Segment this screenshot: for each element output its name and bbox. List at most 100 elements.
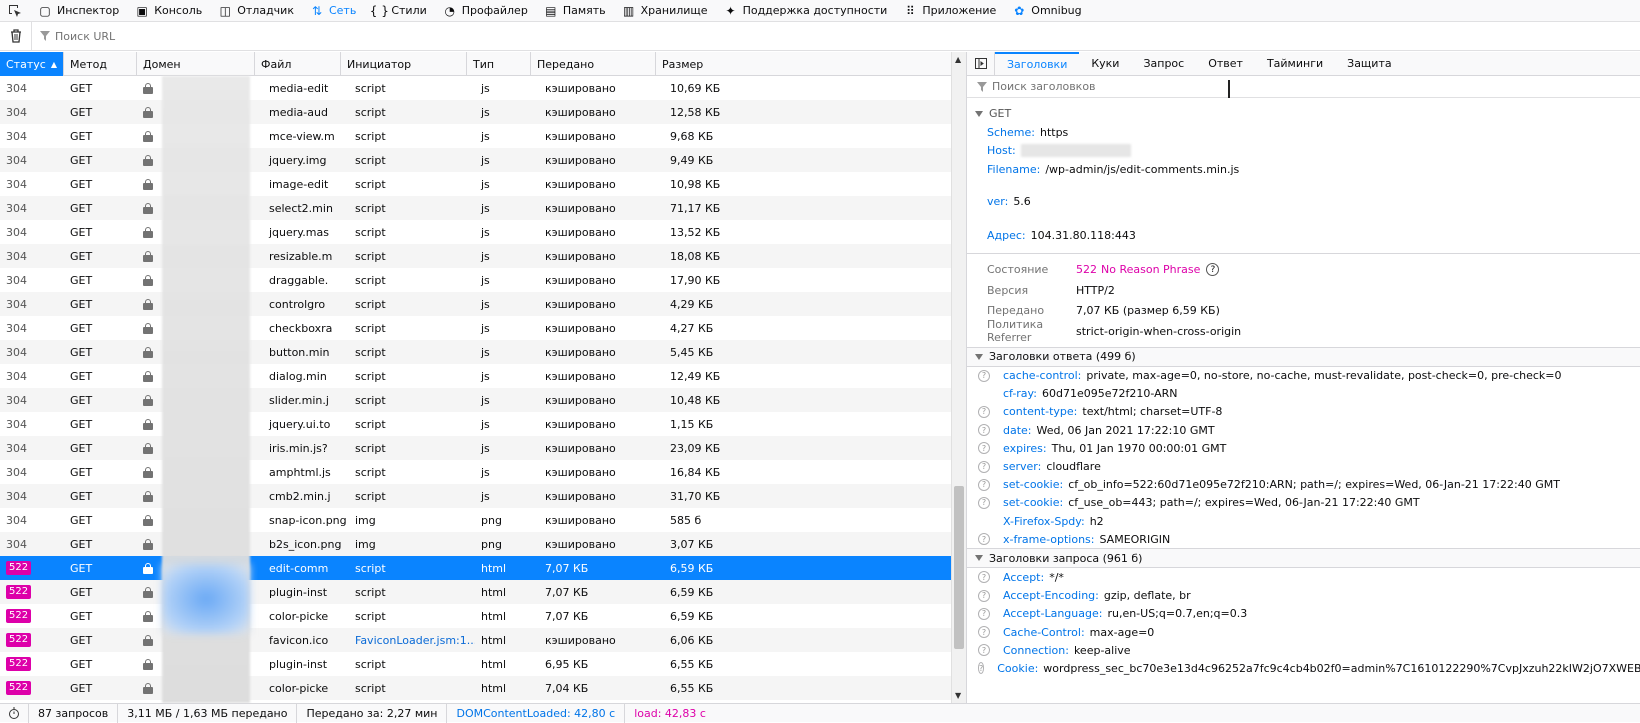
details-tab[interactable]: Заголовки bbox=[995, 52, 1080, 76]
header-help-icon[interactable]: ? bbox=[978, 442, 990, 455]
tool-tab-profiler[interactable]: ◔ Профайлер bbox=[435, 0, 536, 22]
status-cell: 304 bbox=[0, 532, 64, 556]
tool-tab-omnibug[interactable]: ✿ Omnibug bbox=[1004, 0, 1089, 22]
table-row[interactable]: 304 GET dialog.min script js кэшировано 12,49 … bbox=[0, 364, 952, 388]
timer-icon[interactable] bbox=[0, 703, 29, 723]
file-name: media-aud bbox=[269, 105, 328, 119]
header-help-icon[interactable]: ? bbox=[978, 662, 985, 675]
response-headers-section-toggle[interactable]: Заголовки ответа (499 б) bbox=[967, 346, 1640, 367]
lock-icon bbox=[143, 682, 153, 694]
details-tab[interactable]: Куки bbox=[1079, 52, 1131, 76]
table-row[interactable]: 304 GET resizable.m script js кэшировано 18,08… bbox=[0, 244, 952, 268]
type-cell: png bbox=[481, 513, 502, 527]
table-row[interactable]: 522 GET color-picke script html 7,07 КБ 6,59 К… bbox=[0, 604, 952, 628]
header-help-icon[interactable]: ? bbox=[978, 369, 990, 382]
table-row[interactable]: 304 GET b2s_icon.png img png кэшировано 3,07 К… bbox=[0, 532, 952, 556]
headers-filter-input[interactable]: Поиск заголовков bbox=[967, 76, 1640, 98]
table-row[interactable]: 304 GET iris.min.js? script js кэшировано 23,0… bbox=[0, 436, 952, 460]
table-row[interactable]: 304 GET slider.min.j script js кэшировано 10,4… bbox=[0, 388, 952, 412]
details-tab[interactable]: Ответ bbox=[1196, 52, 1255, 76]
type-cell: html bbox=[481, 585, 507, 599]
tool-tab-application[interactable]: ⠿ Приложение bbox=[895, 0, 1004, 22]
tool-tab-inspector[interactable]: ▢ Инспектор bbox=[30, 0, 127, 22]
request-headers-section-toggle[interactable]: Заголовки запроса (961 б) bbox=[967, 548, 1640, 569]
table-row[interactable]: 304 GET jquery.ui.to script js кэшировано 1,15… bbox=[0, 412, 952, 436]
table-row[interactable]: 304 GET mce-view.m script js кэшировано 9,68 К… bbox=[0, 124, 952, 148]
tool-tab-style-editor[interactable]: { } Стили bbox=[364, 0, 434, 22]
column-file[interactable]: Файл bbox=[255, 52, 341, 76]
table-row[interactable]: 522 GET color-picke script html 7,04 КБ 6,55 К… bbox=[0, 676, 952, 700]
help-icon[interactable]: ? bbox=[1206, 263, 1220, 277]
table-row[interactable]: 304 GET snap-icon.png img png кэшировано 585 б bbox=[0, 508, 952, 532]
column-transferred[interactable]: Передано bbox=[531, 52, 656, 76]
column-status[interactable]: Статус ▲ bbox=[0, 52, 64, 76]
clear-trash-icon[interactable] bbox=[0, 21, 32, 51]
details-tab[interactable]: Тайминги bbox=[1255, 52, 1335, 76]
header-help-icon[interactable]: ? bbox=[978, 478, 990, 491]
header-help-icon[interactable]: ? bbox=[978, 424, 990, 437]
table-row[interactable]: 522 GET plugin-inst script html 6,95 КБ 6,55 К… bbox=[0, 652, 952, 676]
lock-icon bbox=[143, 130, 153, 142]
tool-tab-memory[interactable]: ▤ Память bbox=[536, 0, 614, 22]
size-cell: 6,06 КБ bbox=[670, 633, 714, 647]
method-section-toggle[interactable]: GET bbox=[975, 104, 1640, 123]
type-cell: png bbox=[481, 537, 502, 551]
column-type[interactable]: Тип bbox=[467, 52, 531, 76]
type-cell: js bbox=[481, 297, 490, 311]
table-row[interactable]: 304 GET media-aud script js кэшировано 12,58 К… bbox=[0, 100, 952, 124]
header-help-icon[interactable]: ? bbox=[978, 533, 990, 546]
header-help-icon[interactable]: ? bbox=[978, 460, 990, 473]
header-help-icon[interactable]: ? bbox=[978, 571, 990, 584]
header-help-icon[interactable]: ? bbox=[978, 626, 990, 639]
transferred-cell: 7,04 КБ bbox=[545, 681, 589, 695]
address-key: Адрес: bbox=[987, 228, 1026, 242]
ver-value: 5.6 bbox=[1013, 195, 1031, 209]
table-row[interactable]: 304 GET cmb2.min.j script js кэшировано 31,70 … bbox=[0, 484, 952, 508]
table-row[interactable]: 304 GET jquery.img script js кэшировано 9,49 К… bbox=[0, 148, 952, 172]
header-name: date: bbox=[1003, 423, 1032, 437]
table-row[interactable]: 522 GET plugin-inst script html 7,07 КБ 6,59 К… bbox=[0, 580, 952, 604]
table-row[interactable]: 304 GET media-edit script js кэшировано 10,69 … bbox=[0, 76, 952, 100]
status-code: 304 bbox=[6, 177, 27, 191]
column-size[interactable]: Размер bbox=[656, 52, 937, 76]
initiator-cell[interactable]: FaviconLoader.jsm:1... bbox=[349, 628, 475, 652]
header-help-icon[interactable]: ? bbox=[978, 644, 990, 657]
header-help-icon[interactable]: ? bbox=[978, 405, 990, 418]
column-initiator[interactable]: Инициатор bbox=[341, 52, 467, 76]
table-row[interactable]: 522 GET favicon.ico FaviconLoader.jsm:1... h… bbox=[0, 628, 952, 652]
table-row[interactable]: 304 GET amphtml.js script js кэшировано 16,84 … bbox=[0, 460, 952, 484]
table-row[interactable]: 304 GET button.min script js кэшировано 5,45 К… bbox=[0, 340, 952, 364]
element-picker-icon[interactable] bbox=[0, 0, 30, 22]
url-filter-input[interactable]: Поиск URL bbox=[32, 30, 115, 43]
request-list-scrollbar[interactable]: ▲ ▼ bbox=[951, 52, 966, 703]
status-code: 304 bbox=[6, 441, 27, 455]
details-tab[interactable]: Запрос bbox=[1131, 52, 1196, 76]
tool-tab-network[interactable]: ⇅ Сеть bbox=[302, 0, 364, 22]
toggle-sidebar-icon[interactable] bbox=[967, 52, 995, 76]
scroll-down-icon[interactable]: ▼ bbox=[955, 691, 961, 700]
header-help-icon[interactable]: ? bbox=[978, 589, 990, 602]
details-tab[interactable]: Защита bbox=[1335, 52, 1403, 76]
table-row[interactable]: 304 GET checkboxra script js кэшировано 4,27 К… bbox=[0, 316, 952, 340]
transferred-cell: кэшировано bbox=[545, 513, 616, 527]
column-method[interactable]: Метод bbox=[64, 52, 137, 76]
tool-tab-label: Сеть bbox=[328, 4, 357, 17]
column-domain[interactable]: Домен bbox=[137, 52, 255, 76]
header-value: h2 bbox=[1089, 514, 1104, 528]
memory-icon: ▤ bbox=[545, 3, 557, 18]
tool-tab-storage[interactable]: ▥ Хранилище bbox=[614, 0, 716, 22]
tool-tab-debugger[interactable]: ◫ Отладчик bbox=[210, 0, 302, 22]
header-help-icon[interactable]: ? bbox=[978, 607, 990, 620]
scroll-up-icon[interactable]: ▲ bbox=[955, 55, 961, 64]
table-row[interactable]: 304 GET controlgro script js кэшировано 4,29 К… bbox=[0, 292, 952, 316]
table-row[interactable]: 304 GET jquery.mas script js кэшировано 13,52 … bbox=[0, 220, 952, 244]
table-row[interactable]: 304 GET draggable. script js кэшировано 17,90 … bbox=[0, 268, 952, 292]
file-name: jquery.img bbox=[269, 153, 327, 167]
table-row[interactable]: 522 GET edit-comm script html 7,07 КБ 6,59 КБ bbox=[0, 556, 952, 580]
scrollbar-thumb[interactable] bbox=[954, 486, 964, 649]
table-row[interactable]: 304 GET select2.min script js кэшировано 71,17… bbox=[0, 196, 952, 220]
table-row[interactable]: 304 GET image-edit script js кэшировано 10,98 … bbox=[0, 172, 952, 196]
tool-tab-console[interactable]: ▣ Консоль bbox=[127, 0, 210, 22]
tool-tab-accessibility[interactable]: ✦ Поддержка доступности bbox=[716, 0, 896, 22]
header-help-icon[interactable]: ? bbox=[978, 496, 990, 509]
